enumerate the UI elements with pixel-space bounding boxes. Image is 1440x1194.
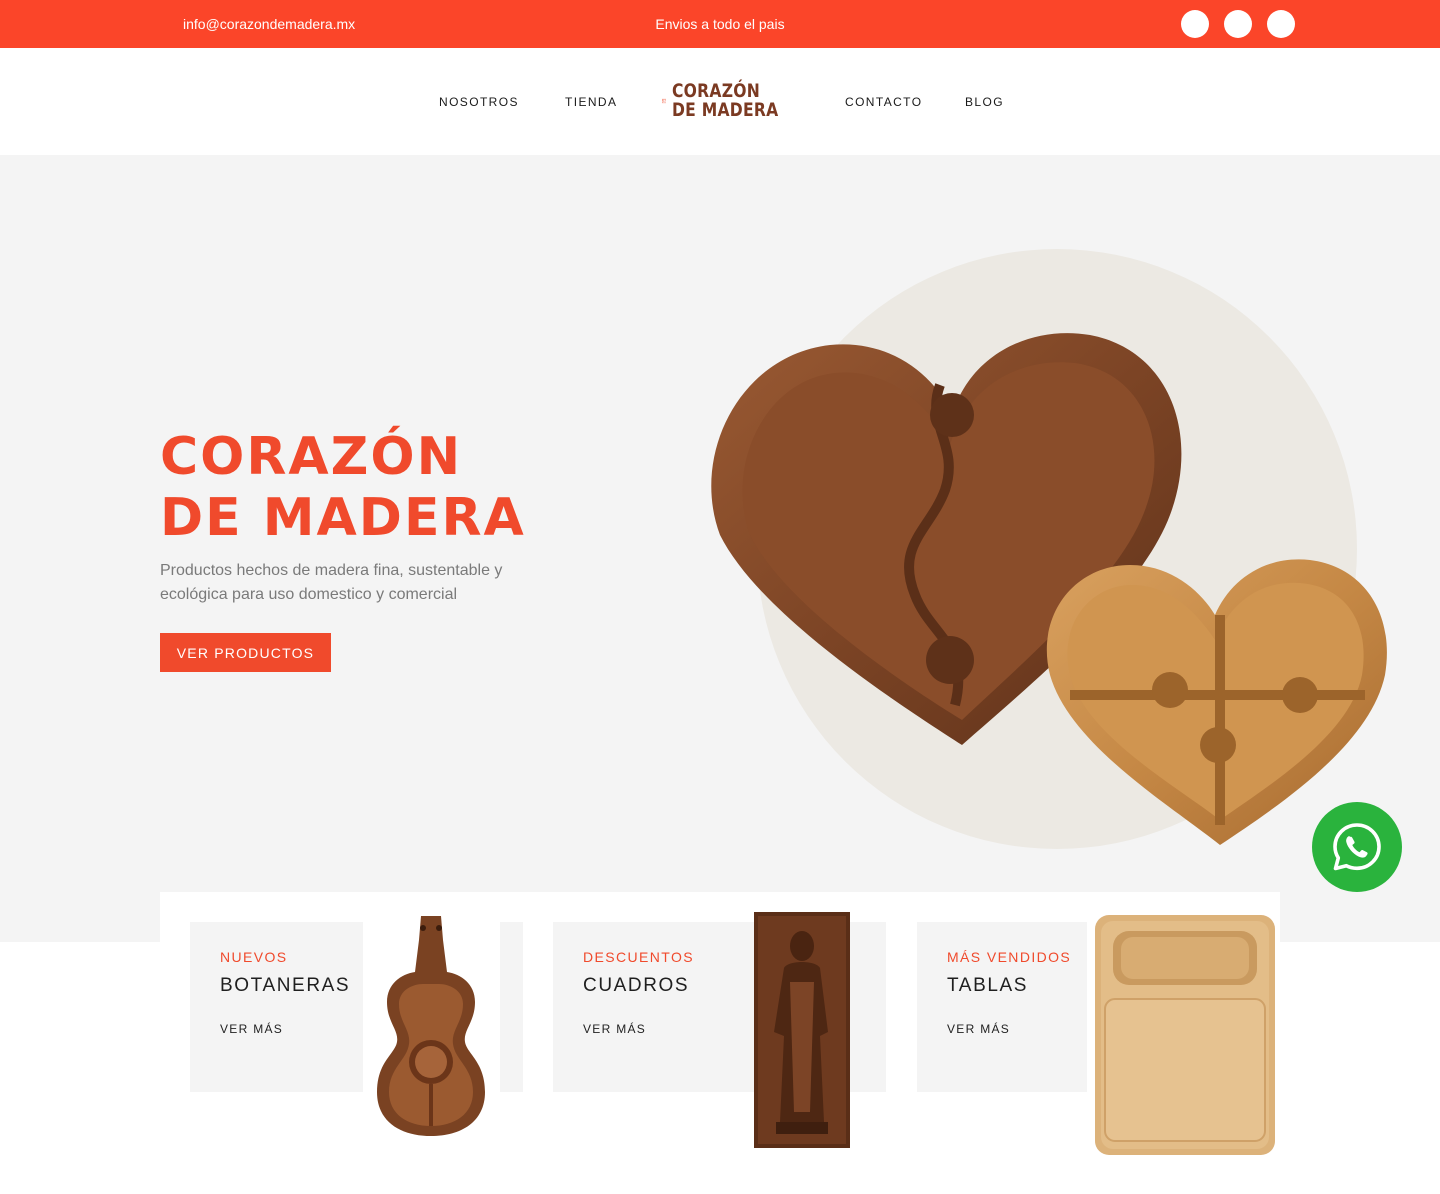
nav-tienda[interactable]: TIENDA [565, 95, 617, 109]
category-see-more-link[interactable]: VER MÁS [583, 1022, 646, 1036]
carved-figure-image [754, 912, 850, 1148]
social-icon-3[interactable] [1267, 10, 1295, 38]
guitar-tray-image [363, 912, 500, 1139]
hero-title: CORAZÓN DE MADERA [160, 427, 526, 549]
category-see-more-link[interactable]: VER MÁS [220, 1022, 283, 1036]
social-icon-1[interactable] [1181, 10, 1209, 38]
categories-panel: NUEVOS BOTANERAS VER MÁS DESCUENTOS CUAD… [160, 892, 1280, 1194]
wooden-heart-trays-image [711, 333, 1387, 845]
logo-wordmark: CORAZÓN DE MADERA [672, 82, 778, 120]
heart-logo-icon [662, 98, 667, 104]
nav-nosotros[interactable]: NOSOTROS [439, 95, 519, 109]
category-tag: DESCUENTOS [583, 949, 694, 965]
category-name: TABLAS [947, 975, 1029, 996]
cutting-board-image [1087, 909, 1280, 1160]
whatsapp-button[interactable] [1312, 802, 1402, 892]
whatsapp-icon [1333, 823, 1381, 871]
category-tag: NUEVOS [220, 949, 288, 965]
main-header: NOSOTROS TIENDA CORAZÓN DE MADERA CONTAC… [0, 48, 1440, 155]
hero-title-line-1: CORAZÓN [160, 427, 463, 487]
social-icon-2[interactable] [1224, 10, 1252, 38]
category-see-more-link[interactable]: VER MÁS [947, 1022, 1010, 1036]
category-tag: MÁS VENDIDOS [947, 949, 1072, 965]
site-logo[interactable]: CORAZÓN DE MADERA [662, 77, 802, 125]
top-bar: info@corazondemadera.mx Envios a todo el… [0, 0, 1440, 48]
category-name: BOTANERAS [220, 975, 351, 996]
category-name: CUADROS [583, 975, 690, 996]
nav-blog[interactable]: BLOG [965, 95, 1004, 109]
nav-contacto[interactable]: CONTACTO [845, 95, 922, 109]
view-products-button[interactable]: VER PRODUCTOS [160, 633, 331, 672]
hero-title-line-2: DE MADERA [160, 488, 526, 548]
hero-subtitle: Productos hechos de madera fina, sustent… [160, 562, 503, 603]
hero-section: CORAZÓN DE MADERA Productos hechos de ma… [0, 155, 1440, 942]
logo-line-2: DE MADERA [672, 99, 779, 121]
social-links [1181, 10, 1295, 38]
